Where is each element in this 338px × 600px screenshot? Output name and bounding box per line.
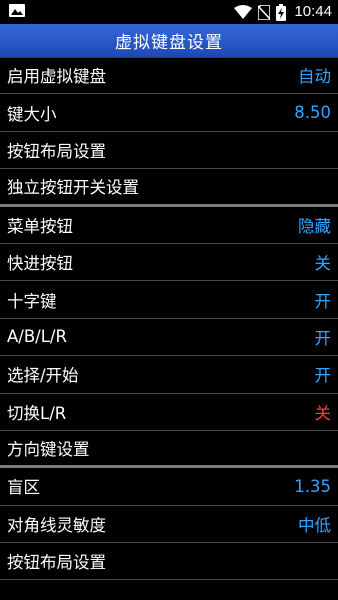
setting-row-menu-button[interactable]: 菜单按钮 隐藏	[0, 207, 338, 244]
settings-list: 启用虚拟键盘 自动 键大小 8.50 按钮布局设置 独立按钮开关设置 菜单按钮 …	[0, 57, 338, 581]
setting-label: 切换L/R	[7, 403, 67, 423]
status-bar: 10:44	[0, 0, 338, 24]
setting-row-fast-forward-button[interactable]: 快进按钮 关	[0, 244, 338, 282]
setting-label: 按钮布局设置	[7, 141, 106, 161]
setting-label: 启用虚拟键盘	[7, 67, 106, 87]
setting-value: 隐藏	[298, 216, 331, 236]
setting-row-direction-keys[interactable]: 方向键设置	[0, 431, 338, 469]
title-bar: 虚拟键盘设置	[0, 24, 338, 58]
setting-label: 按钮布局设置	[7, 553, 106, 573]
wifi-icon	[234, 5, 253, 19]
no-sim-icon	[258, 4, 271, 20]
setting-row-dpad[interactable]: 十字键 开	[0, 281, 338, 319]
setting-row-select-start[interactable]: 选择/开始 开	[0, 356, 338, 394]
setting-label: 十字键	[7, 291, 57, 311]
setting-row-independent-buttons[interactable]: 独立按钮开关设置	[0, 169, 338, 207]
setting-label: 独立按钮开关设置	[7, 178, 139, 198]
status-icons: 10:44	[234, 0, 332, 24]
page-title: 虚拟键盘设置	[115, 33, 223, 53]
setting-label: 选择/开始	[7, 366, 79, 386]
setting-label: 方向键设置	[7, 440, 90, 460]
setting-label: 对角线灵敏度	[7, 515, 106, 535]
setting-row-enable-virtual-keyboard[interactable]: 启用虚拟键盘 自动	[0, 57, 338, 95]
setting-value: 关	[314, 403, 332, 423]
setting-value: 开	[314, 291, 332, 311]
setting-value: 开	[314, 366, 332, 386]
setting-value: 1.35	[294, 476, 331, 496]
setting-label: 盲区	[7, 478, 40, 498]
setting-row-button-layout[interactable]: 按钮布局设置	[0, 132, 338, 170]
setting-label: 快进按钮	[7, 254, 73, 274]
setting-row-dead-zone[interactable]: 盲区 1.35	[0, 468, 338, 506]
setting-value: 中低	[298, 515, 331, 535]
image-icon	[9, 4, 25, 17]
setting-value: 开	[314, 328, 332, 348]
status-clock: 10:44	[294, 3, 332, 20]
battery-charging-icon	[276, 3, 287, 21]
setting-row-button-layout-2[interactable]: 按钮布局设置	[0, 543, 338, 581]
setting-row-toggle-lr[interactable]: 切换L/R 关	[0, 394, 338, 431]
setting-row-key-size[interactable]: 键大小 8.50	[0, 94, 338, 132]
setting-label: A/B/L/R	[7, 327, 67, 347]
setting-row-diagonal-sensitivity[interactable]: 对角线灵敏度 中低	[0, 506, 338, 544]
setting-value: 自动	[298, 67, 331, 87]
setting-value: 关	[314, 254, 332, 274]
setting-row-ablr[interactable]: A/B/L/R 开	[0, 319, 338, 357]
setting-label: 键大小	[7, 104, 57, 124]
setting-value: 8.50	[294, 103, 331, 123]
setting-label: 菜单按钮	[7, 216, 73, 236]
